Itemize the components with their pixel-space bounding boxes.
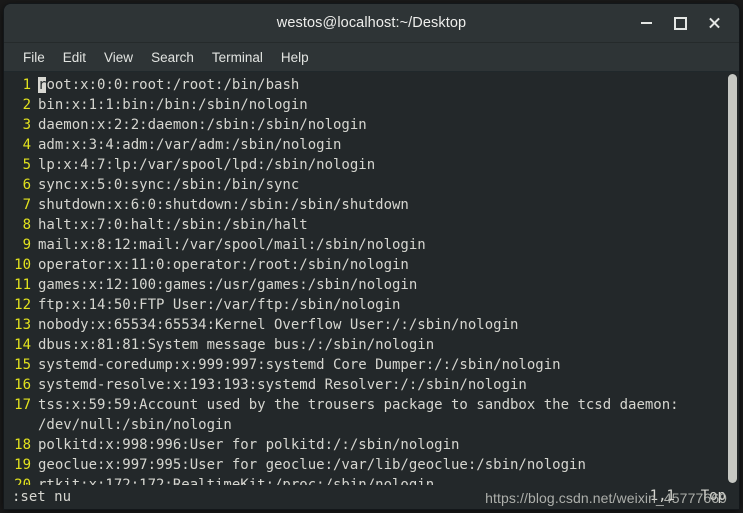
menu-item-file[interactable]: File <box>14 47 54 68</box>
line-text: lp:x:4:7:lp:/var/spool/lpd:/sbin/nologin <box>38 157 376 173</box>
terminal-window: westos@localhost:~/Desktop File Edit Vie… <box>4 4 739 509</box>
line-text: dbus:x:81:81:System message bus:/:/sbin/… <box>38 337 435 353</box>
menu-item-help[interactable]: Help <box>272 47 318 68</box>
line-text: adm:x:3:4:adm:/var/adm:/sbin/nologin <box>38 137 342 153</box>
maximize-button[interactable] <box>663 8 697 38</box>
window-title: westos@localhost:~/Desktop <box>276 15 467 31</box>
maximize-icon <box>673 16 687 30</box>
line-number: 18 <box>14 437 31 453</box>
menu-item-edit[interactable]: Edit <box>54 47 95 68</box>
watermark: https://blog.csdn.net/weixin_45777669 <box>485 490 727 506</box>
minimize-icon <box>640 22 652 24</box>
line-number: 15 <box>14 357 31 373</box>
line-text: geoclue:x:997:995:User for geoclue:/var/… <box>38 457 586 473</box>
line-text: nobody:x:65534:65534:Kernel Overflow Use… <box>38 317 519 333</box>
editor-line[interactable]: 18 polkitd:x:998:996:User for polkitd:/:/… <box>4 435 739 455</box>
editor-line[interactable]: 12 ftp:x:14:50:FTP User:/var/ftp:/sbin/no… <box>4 295 739 315</box>
editor-line[interactable]: /dev/null:/sbin/nologin <box>4 415 739 435</box>
editor-line[interactable]: 19 geoclue:x:997:995:User for geoclue:/va… <box>4 455 739 475</box>
editor-line[interactable]: 14 dbus:x:81:81:System message bus:/:/sbi… <box>4 335 739 355</box>
statusline: :set nu 1,1 Top https://blog.csdn.net/we… <box>4 485 739 509</box>
line-text: /dev/null:/sbin/nologin <box>38 417 232 433</box>
editor-line[interactable]: 13 nobody:x:65534:65534:Kernel Overflow U… <box>4 315 739 335</box>
editor-line[interactable]: 7 shutdown:x:6:0:shutdown:/sbin:/sbin/shu… <box>4 195 739 215</box>
menu-item-search[interactable]: Search <box>142 47 203 68</box>
line-number: 2 <box>22 97 31 113</box>
line-text: rtkit:x:172:172:RealtimeKit:/proc:/sbin/… <box>38 477 435 485</box>
editor-line[interactable]: 16 systemd-resolve:x:193:193:systemd Reso… <box>4 375 739 395</box>
line-number: 8 <box>22 217 31 233</box>
line-number: 10 <box>14 257 31 273</box>
close-button[interactable] <box>697 8 731 38</box>
menubar: File Edit View Search Terminal Help <box>4 43 739 72</box>
window-controls <box>629 4 731 42</box>
editor-line[interactable]: 1 root:x:0:0:root:/root:/bin/bash <box>4 75 739 95</box>
terminal-body[interactable]: 1 root:x:0:0:root:/root:/bin/bash 2 bin:x:1… <box>4 72 739 485</box>
line-text: ftp:x:14:50:FTP User:/var/ftp:/sbin/nolo… <box>38 297 401 313</box>
editor-line[interactable]: 17 tss:x:59:59:Account used by the trouse… <box>4 395 739 415</box>
line-number: 9 <box>22 237 31 253</box>
editor-line[interactable]: 3 daemon:x:2:2:daemon:/sbin:/sbin/nologin <box>4 115 739 135</box>
editor-line[interactable]: 20 rtkit:x:172:172:RealtimeKit:/proc:/sbi… <box>4 475 739 485</box>
line-number: 6 <box>22 177 31 193</box>
editor-buffer[interactable]: 1 root:x:0:0:root:/root:/bin/bash 2 bin:x:1… <box>4 72 739 485</box>
minimize-button[interactable] <box>629 8 663 38</box>
editor-line[interactable]: 15 systemd-coredump:x:999:997:systemd Cor… <box>4 355 739 375</box>
command-line[interactable]: :set nu <box>4 489 71 505</box>
editor-line[interactable]: 5 lp:x:4:7:lp:/var/spool/lpd:/sbin/nologi… <box>4 155 739 175</box>
line-number: 12 <box>14 297 31 313</box>
line-number: 11 <box>14 277 31 293</box>
line-text: halt:x:7:0:halt:/sbin:/sbin/halt <box>38 217 308 233</box>
scrollbar-thumb[interactable] <box>728 74 737 483</box>
line-number: 17 <box>14 397 31 413</box>
line-text: systemd-resolve:x:193:193:systemd Resolv… <box>38 377 527 393</box>
line-text: bin:x:1:1:bin:/bin:/sbin/nologin <box>38 97 308 113</box>
close-icon <box>708 17 721 30</box>
editor-line[interactable]: 6 sync:x:5:0:sync:/sbin:/bin/sync <box>4 175 739 195</box>
line-text: daemon:x:2:2:daemon:/sbin:/sbin/nologin <box>38 117 367 133</box>
line-text: tss:x:59:59:Account used by the trousers… <box>38 397 679 413</box>
line-number: 16 <box>14 377 31 393</box>
line-text: systemd-coredump:x:999:997:systemd Core … <box>38 357 561 373</box>
line-number: 14 <box>14 337 31 353</box>
editor-line[interactable]: 8 halt:x:7:0:halt:/sbin:/sbin/halt <box>4 215 739 235</box>
cursor-position: 1,1 <box>649 488 675 504</box>
line-number: 5 <box>22 157 31 173</box>
line-text: games:x:12:100:games:/usr/games:/sbin/no… <box>38 277 418 293</box>
line-text: shutdown:x:6:0:shutdown:/sbin:/sbin/shut… <box>38 197 409 213</box>
line-text: polkitd:x:998:996:User for polkitd:/:/sb… <box>38 437 460 453</box>
line-number: 19 <box>14 457 31 473</box>
line-number: 7 <box>22 197 31 213</box>
editor-line[interactable]: 11 games:x:12:100:games:/usr/games:/sbin/… <box>4 275 739 295</box>
line-number: 3 <box>22 117 31 133</box>
editor-line[interactable]: 9 mail:x:8:12:mail:/var/spool/mail:/sbin/… <box>4 235 739 255</box>
text-cursor: r <box>38 77 47 93</box>
scrollbar[interactable] <box>725 72 739 485</box>
line-number: 20 <box>14 477 31 485</box>
line-number: 13 <box>14 317 31 333</box>
editor-line[interactable]: 4 adm:x:3:4:adm:/var/adm:/sbin/nologin <box>4 135 739 155</box>
line-text: sync:x:5:0:sync:/sbin:/bin/sync <box>38 177 300 193</box>
line-text: root:x:0:0:root:/root:/bin/bash <box>38 77 300 93</box>
menu-item-view[interactable]: View <box>95 47 142 68</box>
editor-line[interactable]: 10 operator:x:11:0:operator:/root:/sbin/n… <box>4 255 739 275</box>
scroll-position: Top <box>700 488 726 504</box>
editor-line[interactable]: 2 bin:x:1:1:bin:/bin:/sbin/nologin <box>4 95 739 115</box>
menu-item-terminal[interactable]: Terminal <box>203 47 272 68</box>
line-number: 1 <box>22 77 31 93</box>
line-number: 4 <box>22 137 31 153</box>
line-text: mail:x:8:12:mail:/var/spool/mail:/sbin/n… <box>38 237 426 253</box>
titlebar[interactable]: westos@localhost:~/Desktop <box>4 4 739 43</box>
line-text: operator:x:11:0:operator:/root:/sbin/nol… <box>38 257 409 273</box>
